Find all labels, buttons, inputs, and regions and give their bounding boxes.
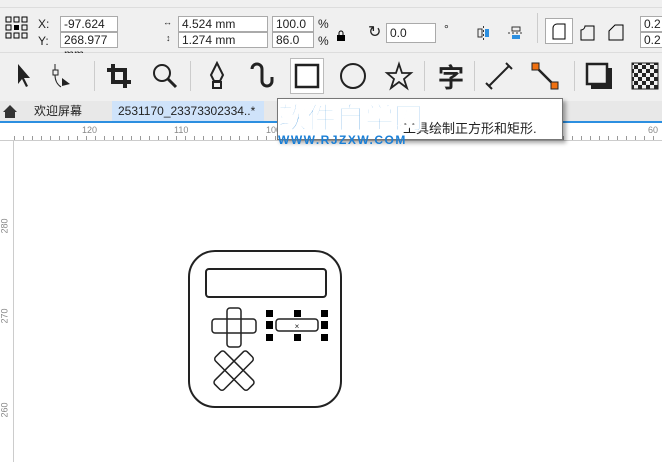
watermark-url: WWW.RJZXW.COM bbox=[278, 133, 407, 147]
times-bar[interactable] bbox=[213, 350, 255, 392]
watermark-logo: 软件自学网 WWW.RJZXW.COM bbox=[277, 101, 424, 148]
watermark-title: 软件自学网 bbox=[277, 101, 424, 135]
times-bar[interactable] bbox=[213, 350, 255, 392]
calculator-screen[interactable] bbox=[205, 268, 327, 298]
drawing-canvas[interactable]: × bbox=[0, 0, 662, 462]
plus-vertical-bar[interactable] bbox=[226, 307, 242, 348]
selection-center-marker: × bbox=[295, 322, 300, 331]
tooltip-text: 工具绘制正方形和矩形. bbox=[403, 121, 537, 136]
plus-horizontal-bar[interactable] bbox=[211, 318, 257, 334]
